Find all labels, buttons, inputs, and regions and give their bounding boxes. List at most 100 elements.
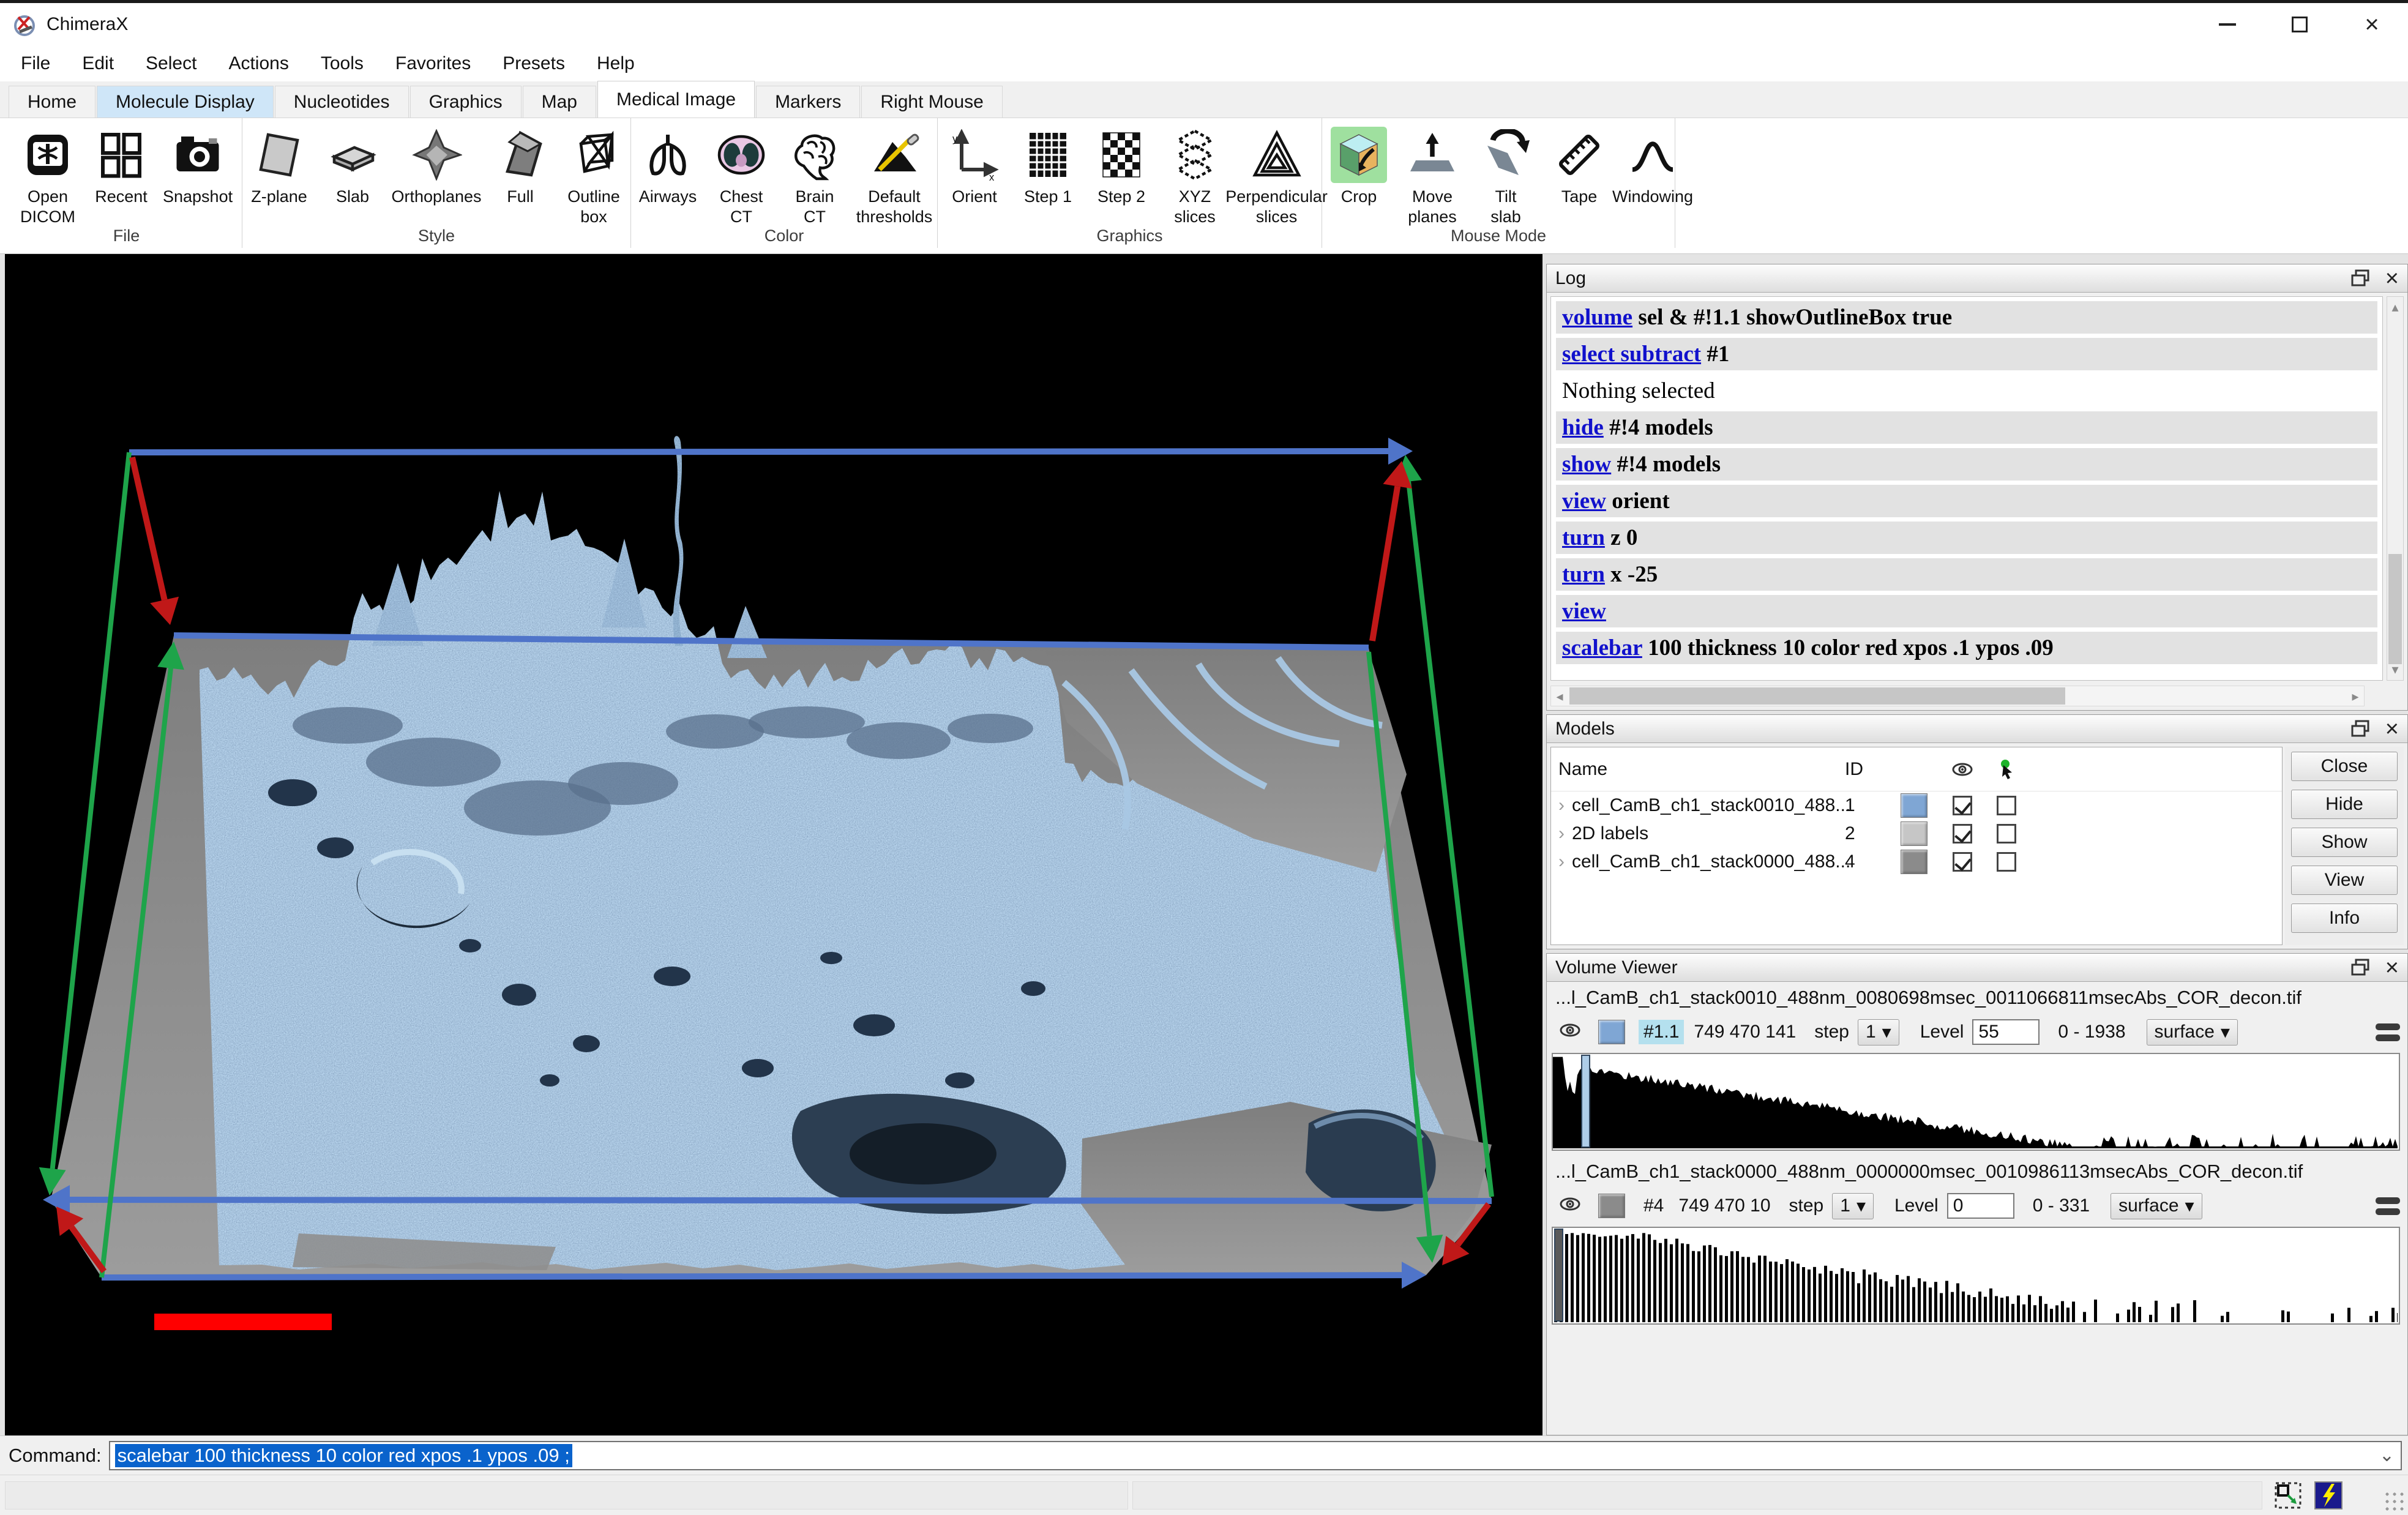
step-dropdown[interactable]: 1 ▾	[1858, 1019, 1899, 1046]
expand-chevron-icon[interactable]: ›	[1558, 823, 1565, 844]
close-panel-icon[interactable]: ×	[2385, 269, 2399, 288]
toolbar-button-orient[interactable]: yxOrient	[943, 127, 1006, 207]
log-panel-header[interactable]: Log ×	[1547, 264, 2407, 293]
viewport-canvas[interactable]	[5, 254, 1542, 1435]
close-button[interactable]: ×	[2336, 3, 2408, 46]
close-panel-icon[interactable]: ×	[2385, 720, 2399, 738]
command-input[interactable]: scalebar 100 thickness 10 color red xpos…	[109, 1441, 2402, 1470]
model-color-swatch[interactable]	[1901, 821, 1928, 846]
toolbar-button-outline-box[interactable]: Outlinebox	[562, 127, 626, 227]
info-button[interactable]: Info	[2291, 903, 2398, 933]
toolbar-button-crop[interactable]: Crop	[1327, 127, 1391, 207]
scroll-left-icon[interactable]: ◂	[1554, 689, 1566, 705]
command-history-chevron-icon[interactable]: ⌄	[2379, 1445, 2395, 1466]
toolbar-button-airways[interactable]: Airways	[636, 127, 700, 207]
view-button[interactable]: View	[2291, 866, 2398, 895]
tab-home[interactable]: Home	[9, 86, 95, 118]
volume-model-id[interactable]: #1.1	[1639, 1020, 1684, 1044]
model-row[interactable]: ›cell_CamB_ch1_stack0000_488...4	[1551, 848, 2282, 876]
model-select-checkbox[interactable]	[1997, 852, 2016, 872]
log-command-link[interactable]: show	[1562, 452, 1611, 477]
eye-icon[interactable]	[1559, 1195, 1581, 1216]
log-vscroll-thumb[interactable]	[2388, 554, 2402, 664]
volume-model-id[interactable]: #4	[1639, 1194, 1669, 1218]
close-panel-icon[interactable]: ×	[2385, 959, 2399, 977]
hide-button[interactable]: Hide	[2291, 790, 2398, 819]
model-shown-checkbox[interactable]	[1953, 852, 1972, 872]
toolbar-button-step-2[interactable]: Step 2	[1090, 127, 1153, 207]
toolbar-button-move-planes[interactable]: Moveplanes	[1400, 127, 1464, 227]
toolbar-button-brain-ct[interactable]: BrainCT	[783, 127, 847, 227]
log-command-link[interactable]: view	[1562, 599, 1606, 624]
log-command-link[interactable]: select subtract	[1562, 342, 1701, 367]
log-command-link[interactable]: turn	[1562, 562, 1605, 587]
toolbar-button-full[interactable]: Full	[488, 127, 552, 207]
volume-histogram[interactable]	[1552, 1227, 2400, 1325]
volume-histogram[interactable]	[1552, 1053, 2400, 1151]
volume-viewer-header[interactable]: Volume Viewer ×	[1547, 954, 2407, 982]
scroll-up-icon[interactable]: ▴	[2387, 299, 2403, 315]
toolbar-button-xyz-slices[interactable]: XYZslices	[1163, 127, 1227, 227]
log-hscroll-thumb[interactable]	[1569, 687, 2065, 705]
scroll-right-icon[interactable]: ▸	[2349, 689, 2361, 705]
float-panel-icon[interactable]	[2351, 959, 2369, 977]
toolbar-button-tilt-slab[interactable]: Tiltslab	[1474, 127, 1538, 227]
scroll-down-icon[interactable]: ▾	[2387, 662, 2403, 678]
model-select-checkbox[interactable]	[1997, 796, 2016, 815]
menu-item-select[interactable]: Select	[130, 46, 212, 81]
toolbar-button-windowing[interactable]: Windowing	[1621, 127, 1684, 207]
maximize-button[interactable]	[2264, 3, 2336, 46]
tab-right-mouse[interactable]: Right Mouse	[861, 86, 1002, 118]
log-vertical-scrollbar[interactable]: ▴ ▾	[2387, 296, 2404, 681]
log-command-link[interactable]: view	[1562, 488, 1606, 514]
volume-color-swatch[interactable]	[1598, 1194, 1625, 1218]
model-color-swatch[interactable]	[1901, 850, 1928, 874]
level-input[interactable]: 0	[1947, 1193, 2014, 1219]
volume-color-swatch[interactable]	[1598, 1020, 1625, 1044]
tab-map[interactable]: Map	[523, 86, 596, 118]
menu-item-help[interactable]: Help	[581, 46, 651, 81]
log-command-link[interactable]: hide	[1562, 415, 1604, 440]
model-row[interactable]: ›2D labels2	[1551, 820, 2282, 848]
menu-item-favorites[interactable]: Favorites	[380, 46, 487, 81]
toolbar-button-tape[interactable]: Tape	[1547, 127, 1611, 207]
toolbar-button-snapshot[interactable]: Snapshot	[163, 127, 233, 207]
row-menu-icon[interactable]	[2376, 1197, 2400, 1215]
menu-item-file[interactable]: File	[5, 46, 66, 81]
model-select-checkbox[interactable]	[1997, 824, 2016, 844]
window-resize-grip[interactable]	[2384, 1491, 2404, 1511]
tab-medical-image[interactable]: Medical Image	[597, 81, 755, 118]
float-panel-icon[interactable]	[2351, 720, 2369, 738]
close-button[interactable]: Close	[2291, 752, 2398, 781]
model-shown-checkbox[interactable]	[1953, 824, 1972, 844]
tab-markers[interactable]: Markers	[756, 86, 860, 118]
toolbar-button-perpendicular-slices[interactable]: Perpendicularslices	[1236, 127, 1317, 227]
model-row[interactable]: ›cell_CamB_ch1_stack0010_488...1	[1551, 791, 2282, 820]
tab-nucleotides[interactable]: Nucleotides	[275, 86, 409, 118]
row-menu-icon[interactable]	[2376, 1023, 2400, 1041]
model-shown-checkbox[interactable]	[1953, 796, 1972, 815]
level-input[interactable]: 55	[1972, 1019, 2040, 1045]
step-dropdown[interactable]: 1 ▾	[1832, 1193, 1874, 1219]
toolbar-button-step-1[interactable]: Step 1	[1016, 127, 1080, 207]
log-command-link[interactable]: volume	[1562, 305, 1632, 330]
fast-mode-button[interactable]	[2313, 1480, 2344, 1511]
log-content[interactable]: volume sel & #!1.1 showOutlineBox truese…	[1550, 296, 2383, 681]
menu-item-edit[interactable]: Edit	[66, 46, 130, 81]
toolbar-button-recent[interactable]: Recent	[89, 127, 153, 207]
minimize-button[interactable]	[2191, 3, 2264, 46]
log-horizontal-scrollbar[interactable]: ◂ ▸	[1550, 686, 2365, 706]
log-command-link[interactable]: scalebar	[1562, 635, 1642, 660]
tab-graphics[interactable]: Graphics	[410, 86, 522, 118]
expand-chevron-icon[interactable]: ›	[1558, 795, 1565, 816]
menu-item-actions[interactable]: Actions	[212, 46, 304, 81]
show-button[interactable]: Show	[2291, 828, 2398, 857]
menu-item-presets[interactable]: Presets	[487, 46, 581, 81]
style-dropdown[interactable]: surface ▾	[2147, 1019, 2238, 1046]
toolbar-button-open-dicom[interactable]: OpenDICOM	[16, 127, 80, 227]
tab-molecule-display[interactable]: Molecule Display	[97, 86, 274, 118]
toolbar-button-z-plane[interactable]: Z-plane	[247, 127, 311, 207]
toolbar-button-chest-ct[interactable]: ChestCT	[709, 127, 773, 227]
toolbar-button-slab[interactable]: Slab	[321, 127, 384, 207]
expand-chevron-icon[interactable]: ›	[1558, 851, 1565, 872]
